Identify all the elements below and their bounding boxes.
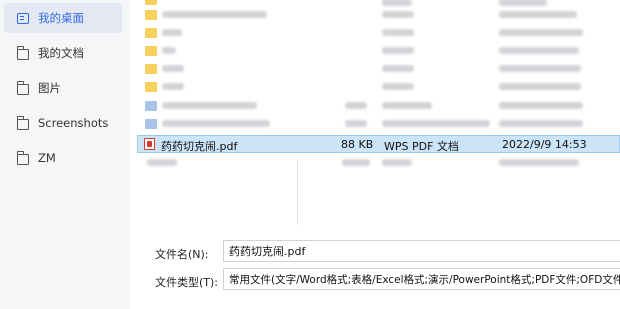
folder-icon [145,0,157,5]
sidebar-item-label: 我的桌面 [38,11,84,25]
folder-icon [145,27,157,38]
document-icon [145,100,157,111]
file-size: 88 KB [341,138,374,151]
folder-icon [16,151,29,165]
sidebar-item-label: Screenshots [38,116,109,130]
sidebar: 我的桌面 我的文档 图片 Screenshots ZM [0,0,130,309]
sidebar-item-label: 我的文档 [38,46,84,60]
sidebar-item-label: 图片 [38,81,61,95]
file-type: WPS PDF 文档 [384,140,459,153]
sidebar-item-my-desktop[interactable]: 我的桌面 [4,3,122,33]
sidebar-item-zm[interactable]: ZM [4,143,122,173]
list-item[interactable] [137,154,620,171]
list-item[interactable] [137,115,620,132]
sidebar-item-my-documents[interactable]: 我的文档 [4,38,122,68]
pdf-icon [144,138,155,150]
filename-input[interactable]: 药药切克闹.pdf [223,240,620,262]
folder-icon [145,45,157,56]
filetype-label: 文件类型(T): [155,276,219,289]
selected-file-row[interactable]: 药药切克闹.pdf 88 KB WPS PDF 文档 2022/9/9 14:5… [137,135,620,153]
folder-icon [145,81,157,92]
folder-icon [16,81,29,95]
file-list: 药药切克闹.pdf 88 KB WPS PDF 文档 2022/9/9 14:5… [137,0,620,225]
list-item[interactable] [137,78,620,95]
file-name: 药药切克闹.pdf [161,140,238,153]
folder-icon [16,116,29,130]
folder-icon [16,46,29,60]
column-divider [297,160,298,226]
file-modified: 2022/9/9 14:53 [502,138,587,151]
list-item[interactable] [137,6,620,23]
list-item[interactable] [137,60,620,77]
folder-icon [145,63,157,74]
dialog-footer [130,225,620,309]
filetype-select[interactable]: 常用文件(文字/Word格式;表格/Excel格式;演示/PowerPoint格… [223,268,620,290]
list-item[interactable] [137,97,620,114]
sidebar-item-label: ZM [38,151,56,165]
folder-icon [145,9,157,20]
document-icon [145,118,157,129]
sidebar-item-pictures[interactable]: 图片 [4,73,122,103]
filename-label: 文件名(N): [155,248,209,261]
list-item[interactable] [137,24,620,41]
list-item[interactable] [137,42,620,59]
desktop-icon [17,12,29,24]
sidebar-item-screenshots[interactable]: Screenshots [4,108,122,138]
